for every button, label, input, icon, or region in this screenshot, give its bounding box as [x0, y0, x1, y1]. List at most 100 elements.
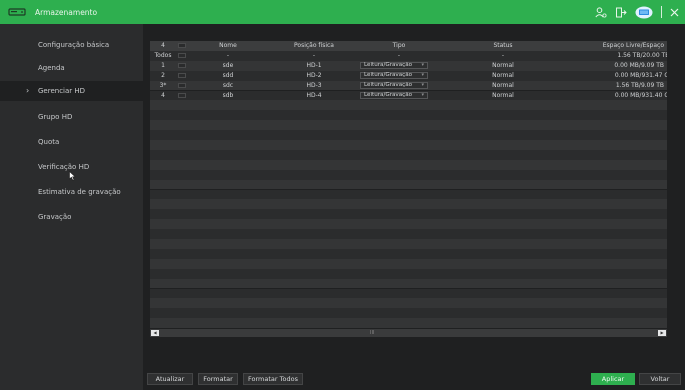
empty-row	[150, 120, 667, 131]
tipo-select[interactable]: Leitura/Gravação ▾	[360, 71, 428, 80]
empty-row	[150, 268, 667, 279]
table-row[interactable]: 4 sdb HD-4 Leitura/Gravação ▾ Normal 0.00…	[150, 90, 667, 101]
row-nome: sde	[222, 61, 234, 69]
row-checkbox[interactable]	[178, 82, 186, 88]
empty-row	[150, 140, 667, 150]
formatar-todos-button[interactable]: Formatar Todos	[243, 373, 303, 385]
empty-row	[150, 130, 667, 140]
row-nome: sdd	[222, 71, 234, 79]
scroll-right-icon[interactable]: ▶	[658, 330, 666, 336]
sidebar-item-label: Gravação	[38, 213, 72, 221]
sidebar-item-label: Quota	[38, 138, 60, 146]
empty-row	[150, 258, 667, 269]
mouse-pointer-icon	[69, 170, 76, 183]
empty-row	[150, 298, 667, 309]
row-nome: sdb	[222, 91, 234, 99]
table-header: 4 Nome Posição física Tipo Status Espaço…	[150, 41, 667, 51]
logout-icon[interactable]	[615, 7, 627, 18]
monitor-icon[interactable]	[635, 6, 653, 19]
row-checkbox[interactable]	[178, 53, 186, 59]
sidebar-item-estimativa-de-gravacao[interactable]: Estimativa de gravação	[0, 182, 143, 202]
title-bar: Armazenamento	[0, 0, 685, 24]
sidebar-item-label: Grupo HD	[38, 113, 73, 121]
sidebar-item-label: Estimativa de gravação	[38, 188, 121, 196]
row-espaco: 1.56 TB/9.09 TB	[615, 81, 664, 89]
tipo-select[interactable]: Leitura/Gravação ▾	[360, 61, 428, 70]
sidebar-item-grupo-hd[interactable]: Grupo HD	[0, 107, 143, 127]
row-posicao: HD-2	[306, 71, 322, 79]
tipo-select-value: Leitura/Gravação	[364, 81, 413, 88]
empty-row	[150, 248, 667, 259]
row-posicao: HD-3	[306, 81, 322, 89]
empty-row	[150, 308, 667, 319]
empty-row	[150, 318, 667, 329]
row-posicao: HD-4	[306, 91, 322, 99]
select-all-checkbox[interactable]	[178, 43, 186, 49]
aplicar-button[interactable]: Aplicar	[591, 373, 635, 385]
sidebar-item-label: Configuração básica	[38, 41, 110, 49]
row-num: 4	[161, 91, 165, 99]
tipo-select[interactable]: Leitura/Gravação ▾	[360, 81, 428, 90]
atualizar-button[interactable]: Atualizar	[147, 373, 193, 385]
hdd-icon	[8, 7, 26, 17]
row-num: Todos	[154, 51, 172, 59]
row-status: Normal	[492, 81, 514, 89]
formatar-button[interactable]: Formatar	[198, 373, 238, 385]
row-posicao: -	[312, 51, 316, 59]
row-posicao: HD-1	[306, 61, 322, 69]
empty-row	[150, 100, 667, 111]
header-posicao: Posição física	[294, 42, 334, 49]
header-nome: Nome	[219, 42, 237, 49]
chevron-right-icon: ›	[26, 86, 30, 95]
empty-row	[150, 239, 667, 249]
sidebar-item-label: Agenda	[38, 64, 65, 72]
title-separator	[661, 6, 662, 18]
voltar-button[interactable]: Voltar	[639, 373, 681, 385]
row-status: -	[501, 51, 505, 59]
row-espaco: 0.00 MB/9.09 TB	[614, 61, 664, 69]
scroll-left-icon[interactable]: ◀	[151, 330, 159, 336]
empty-row	[150, 219, 667, 230]
window-title: Armazenamento	[35, 7, 98, 17]
close-icon[interactable]	[670, 8, 679, 17]
row-checkbox[interactable]	[178, 63, 186, 69]
row-tipo: -	[397, 51, 401, 59]
row-checkbox[interactable]	[178, 73, 186, 79]
row-espaco: 0.00 MB/931.40 G	[614, 91, 667, 99]
row-num: 1	[161, 61, 165, 69]
scroll-thumb[interactable]: III	[370, 330, 380, 336]
tipo-select-value: Leitura/Gravação	[364, 71, 413, 78]
row-status: Normal	[492, 61, 514, 69]
tipo-select-value: Leitura/Gravação	[364, 61, 413, 68]
row-num: 2	[161, 71, 165, 79]
table-row[interactable]: 1 sde HD-1 Leitura/Gravação ▾ Normal 0.00…	[150, 60, 667, 71]
empty-row	[150, 199, 667, 210]
row-espaco: 1.56 TB/20.00 TE	[617, 51, 667, 59]
tipo-select-value: Leitura/Gravação	[364, 91, 413, 98]
empty-row	[150, 110, 667, 121]
chevron-down-icon: ▾	[421, 71, 424, 78]
row-status: Normal	[492, 91, 514, 99]
horizontal-scrollbar[interactable]: ◀ III ▶	[150, 329, 667, 337]
tipo-select[interactable]: Leitura/Gravação ▾	[360, 91, 428, 100]
sidebar-item-gravacao[interactable]: Gravação	[0, 207, 143, 227]
user-icon[interactable]	[595, 6, 607, 18]
sidebar-item-label: Verificação HD	[38, 163, 90, 171]
table-row[interactable]: 3* sdc HD-3 Leitura/Gravação ▾ Normal 1.5…	[150, 80, 667, 91]
header-count: 4	[161, 42, 165, 49]
sidebar-item-quota[interactable]: Quota	[0, 132, 143, 152]
sidebar-item-gerenciar-hd[interactable]: › Gerenciar HD	[0, 81, 143, 101]
sidebar-item-agenda[interactable]: Agenda	[0, 58, 143, 78]
row-checkbox[interactable]	[178, 92, 186, 98]
table-row-todos: Todos - - - - 1.56 TB/20.00 TE	[150, 50, 667, 61]
empty-row	[150, 169, 667, 180]
empty-row	[150, 229, 667, 239]
empty-row	[150, 159, 667, 170]
header-espaco: Espaço Livre/Espaço	[602, 42, 664, 49]
sidebar-item-configuracao-basica[interactable]: Configuração básica	[0, 35, 143, 55]
header-tipo: Tipo	[392, 42, 406, 49]
table-row[interactable]: 2 sdd HD-2 Leitura/Gravação ▾ Normal 0.00…	[150, 70, 667, 81]
empty-row	[150, 189, 667, 200]
row-nome: sdc	[222, 81, 234, 89]
row-status: Normal	[492, 71, 514, 79]
